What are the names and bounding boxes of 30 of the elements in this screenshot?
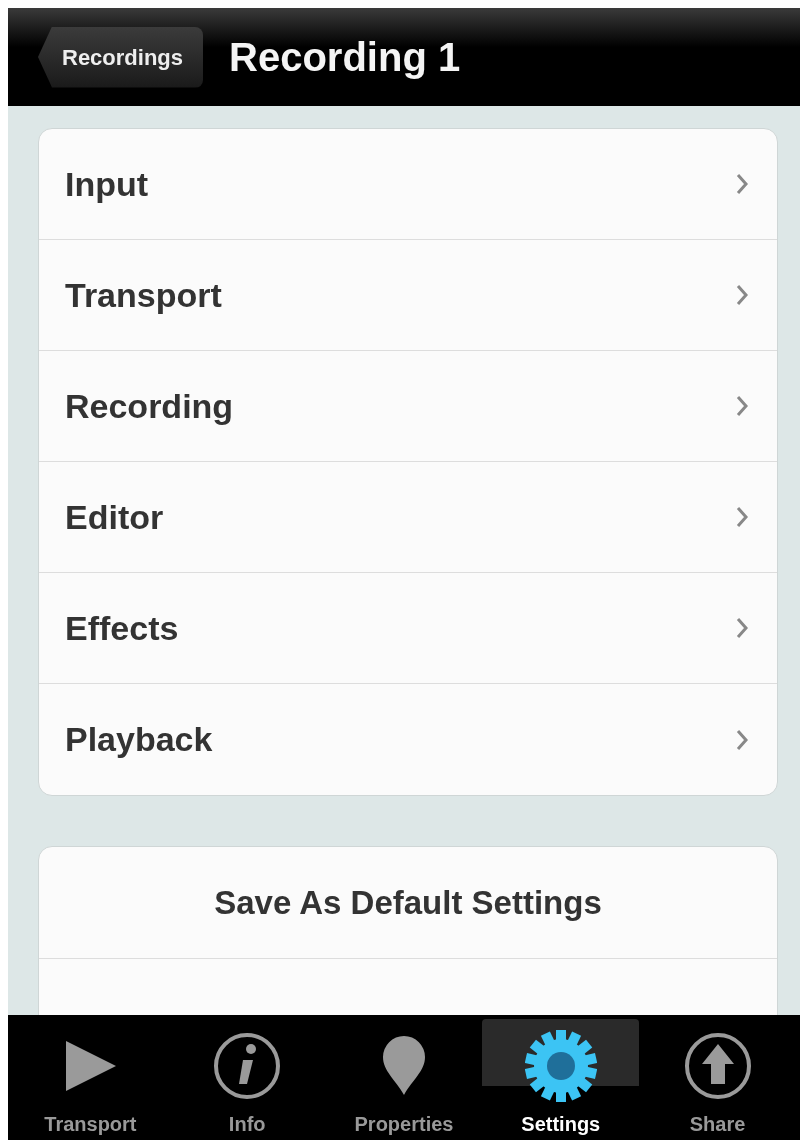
settings-row[interactable]: Transport	[39, 240, 777, 351]
settings-row[interactable]: Recording	[39, 351, 777, 462]
action-label: Save As Default Settings	[214, 882, 602, 923]
row-label: Effects	[65, 607, 179, 649]
chevron-icon	[735, 394, 749, 418]
settings-row[interactable]: Input	[39, 129, 777, 240]
row-label: Recording	[65, 385, 234, 427]
share-icon	[683, 1032, 752, 1100]
action-row[interactable]: Save As Default Settings	[39, 847, 777, 959]
tab[interactable]: Info	[168, 1019, 326, 1140]
chevron-icon	[735, 505, 749, 529]
info-icon	[213, 1032, 282, 1100]
chevron-icon	[735, 172, 749, 196]
settings-row[interactable]: Effects	[39, 573, 777, 684]
back-button[interactable]: Recordings	[38, 26, 204, 88]
chevron-icon	[735, 283, 749, 307]
settings-icon	[524, 1030, 597, 1102]
pin-icon	[381, 1035, 427, 1097]
tab[interactable]: Properties	[325, 1019, 483, 1140]
row-label: Editor	[65, 496, 164, 538]
tab[interactable]: Transport	[12, 1019, 169, 1140]
chevron-icon	[735, 616, 749, 640]
settings-row[interactable]: Playback	[39, 684, 777, 795]
screen-title: Recording 1	[229, 34, 461, 81]
row-label: Playback	[65, 719, 213, 760]
row-label: Input	[65, 163, 149, 205]
settings-row[interactable]: Editor	[39, 462, 777, 573]
tab[interactable]: Share	[639, 1019, 796, 1140]
chevron-icon	[735, 727, 749, 752]
row-label: Transport	[65, 274, 222, 316]
